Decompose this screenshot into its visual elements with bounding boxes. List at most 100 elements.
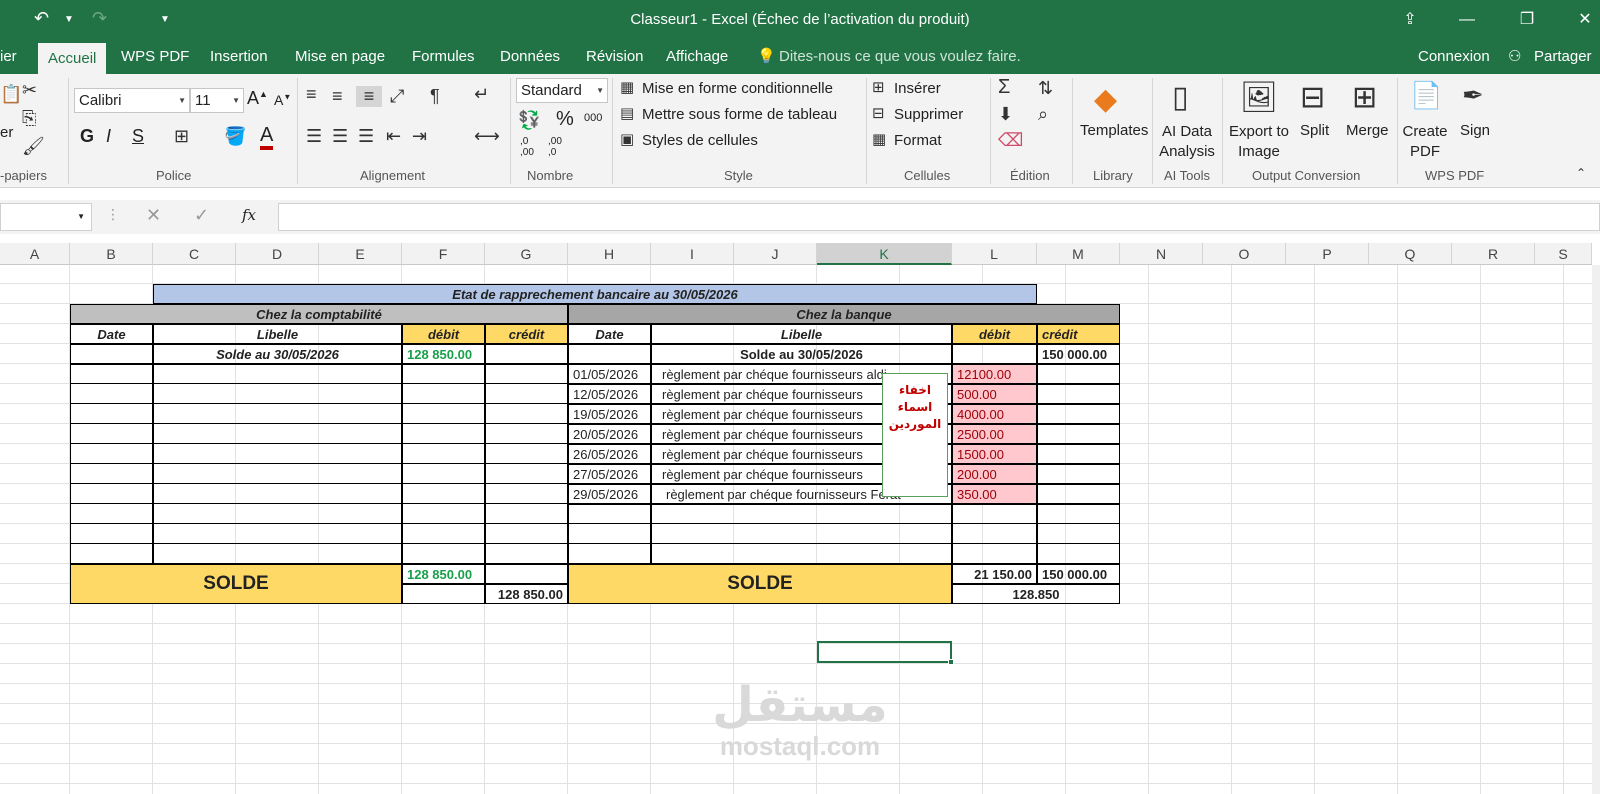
column-header-j[interactable]: J (734, 243, 817, 265)
bank-row-credit[interactable] (1037, 464, 1120, 484)
autosum-icon[interactable]: Σ (998, 76, 1010, 99)
signin-link[interactable]: Connexion (1418, 40, 1490, 74)
bank-row-credit[interactable] (1037, 384, 1120, 404)
split-button[interactable]: Split (1300, 122, 1329, 139)
bank-row-date[interactable]: 12/05/2026 (568, 384, 651, 404)
fill-color-icon[interactable]: 🪣 (224, 126, 246, 147)
comment-textbox[interactable]: اخفاء اسماء الموردين (882, 373, 948, 497)
bank-row-credit[interactable] (1037, 444, 1120, 464)
left-solde-label[interactable]: Solde au 30/05/2026 (153, 344, 402, 364)
tab-donnees[interactable]: Données (500, 40, 560, 74)
right-solde-total-label[interactable]: SOLDE (568, 564, 952, 604)
font-name-select[interactable]: Calibri ▼ (74, 88, 190, 113)
number-format-select[interactable]: Standard ▼ (516, 78, 608, 103)
delete-cells-button[interactable]: Supprimer (894, 106, 963, 123)
decrease-indent-icon[interactable]: ⇤ (386, 126, 401, 147)
bank-row-credit[interactable] (1037, 424, 1120, 444)
bold-button[interactable]: G (80, 126, 94, 147)
left-solde-total-label[interactable]: SOLDE (70, 564, 402, 604)
right-total-debit[interactable]: 21 150.00 (952, 564, 1037, 584)
shrink-font-icon[interactable]: A▼ (274, 92, 291, 108)
ai-data-analysis-button[interactable]: AI Data Analysis (1156, 122, 1218, 162)
bank-row-debit[interactable]: 12100.00 (952, 364, 1037, 384)
cancel-icon[interactable]: ✕ (146, 205, 161, 226)
tab-fichier[interactable]: ier (0, 40, 17, 74)
bank-row-debit[interactable]: 350.00 (952, 484, 1037, 504)
create-pdf-button[interactable]: Create PDF (1400, 122, 1450, 162)
align-right-icon[interactable]: ☰ (358, 126, 374, 147)
percent-button[interactable]: % (556, 108, 574, 131)
left-total-blank[interactable] (402, 584, 485, 604)
vertical-scrollbar[interactable] (1592, 265, 1600, 794)
bank-row-date[interactable]: 27/05/2026 (568, 464, 651, 484)
templates-button[interactable]: Templates (1080, 122, 1148, 139)
align-left-icon[interactable]: ☰ (306, 126, 322, 147)
align-top-icon[interactable]: ≡ (306, 84, 317, 105)
align-middle-icon[interactable]: ≡ (332, 86, 343, 107)
minimize-icon[interactable]: — (1447, 6, 1487, 34)
increase-decimal-button[interactable]: ,0 ,00 (520, 136, 544, 158)
share-button[interactable]: Partager (1534, 40, 1592, 74)
bank-row-debit[interactable]: 1500.00 (952, 444, 1037, 464)
close-icon[interactable]: ✕ (1565, 6, 1600, 34)
increase-indent-icon[interactable]: ⇥ (412, 126, 427, 147)
grow-font-icon[interactable]: A▲ (247, 88, 268, 109)
column-header-g[interactable]: G (485, 243, 568, 265)
column-header-p[interactable]: P (1286, 243, 1369, 265)
bank-row-debit[interactable]: 500.00 (952, 384, 1037, 404)
merge-button[interactable]: Merge (1346, 122, 1389, 139)
right-solde-label[interactable]: Solde au 30/05/2026 (651, 344, 952, 364)
bank-row-credit[interactable] (1037, 404, 1120, 424)
collapse-ribbon-icon[interactable]: ⌃ (1576, 166, 1586, 180)
bank-row-date[interactable]: 26/05/2026 (568, 444, 651, 464)
bank-row-credit[interactable] (1037, 484, 1120, 504)
decrease-decimal-button[interactable]: ,00 ,0 (548, 136, 572, 158)
paste-icon[interactable]: 📋 (0, 84, 22, 105)
restore-icon[interactable]: ❐ (1507, 6, 1547, 34)
left-total-credit-empty[interactable] (485, 564, 568, 584)
right-total-balance[interactable]: 128.850 (952, 584, 1120, 604)
column-header-s[interactable]: S (1535, 243, 1592, 265)
bank-row-debit[interactable]: 4000.00 (952, 404, 1037, 424)
active-cell-selection[interactable] (817, 641, 954, 665)
tab-mise-en-page[interactable]: Mise en page (295, 40, 385, 74)
left-total-debit[interactable]: 128 850.00 (402, 564, 485, 584)
bank-row-date[interactable]: 19/05/2026 (568, 404, 651, 424)
wrap-text-icon[interactable]: ↵ (474, 84, 489, 105)
fill-icon[interactable]: ⬇ (998, 104, 1013, 125)
sort-filter-icon[interactable]: ⇅ (1038, 78, 1053, 99)
column-header-o[interactable]: O (1203, 243, 1286, 265)
insert-function-button[interactable]: fx (242, 206, 256, 224)
sign-button[interactable]: Sign (1460, 122, 1490, 139)
conditional-format-button[interactable]: Mise en forme conditionnelle (642, 80, 833, 97)
column-header-a[interactable]: A (0, 243, 70, 265)
thousands-button[interactable]: 000 (584, 112, 602, 124)
tab-insertion[interactable]: Insertion (210, 40, 268, 74)
left-solde-credit[interactable] (485, 344, 568, 364)
ribbon-display-icon[interactable]: ⇪ (1390, 6, 1430, 34)
bank-row-credit[interactable] (1037, 364, 1120, 384)
align-center-icon[interactable]: ☰ (332, 126, 348, 147)
tab-formules[interactable]: Formules (412, 40, 475, 74)
font-size-select[interactable]: 11 ▼ (190, 88, 244, 113)
copy-icon[interactable]: ⎘ (22, 108, 36, 129)
column-header-d[interactable]: D (236, 243, 319, 265)
underline-button[interactable]: S (132, 126, 144, 147)
left-total-credit[interactable]: 128 850.00 (485, 584, 568, 604)
merge-center-icon[interactable]: ⟷ (474, 126, 500, 147)
bank-row-date[interactable]: 20/05/2026 (568, 424, 651, 444)
column-header-i[interactable]: I (651, 243, 734, 265)
column-header-e[interactable]: E (319, 243, 402, 265)
left-solde-debit[interactable]: 128 850.00 (402, 344, 485, 364)
accounting-format-icon[interactable]: 💱 (518, 110, 540, 131)
right-solde-credit[interactable]: 150 000.00 (1037, 344, 1120, 364)
right-solde-date[interactable] (568, 344, 651, 364)
font-color-icon[interactable]: A (260, 124, 274, 150)
formula-input[interactable] (278, 203, 1600, 231)
export-to-image-button[interactable]: Export to Image (1226, 122, 1292, 162)
bank-row-date[interactable]: 01/05/2026 (568, 364, 651, 384)
insert-cells-button[interactable]: Insérer (894, 80, 941, 97)
cut-icon[interactable]: ✂ (22, 80, 37, 101)
column-header-h[interactable]: H (568, 243, 651, 265)
left-solde-date[interactable] (70, 344, 153, 364)
